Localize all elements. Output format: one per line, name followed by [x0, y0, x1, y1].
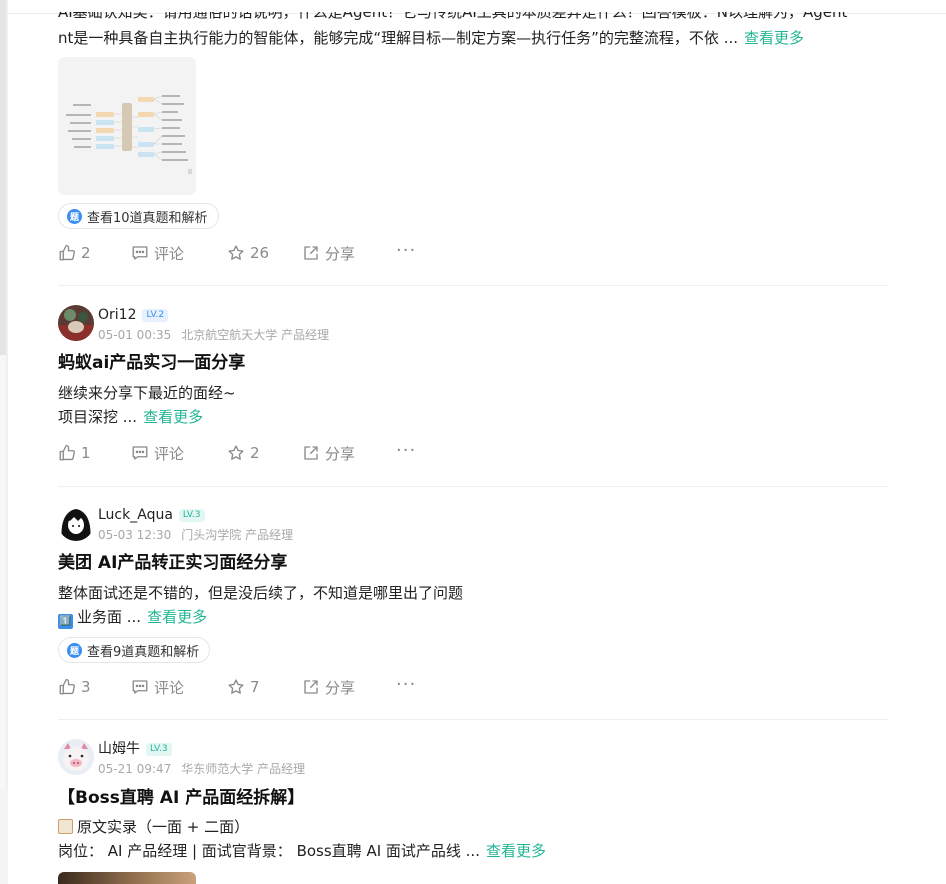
- favorite-count: 26: [250, 244, 270, 262]
- post-date: 05-03 12:30: [98, 528, 172, 542]
- thumbs-up-icon: [59, 678, 75, 695]
- share-label: 分享: [325, 244, 356, 263]
- post-meta: 05-01 00:35 北京航空航天大学 产品经理: [98, 327, 329, 343]
- post-2-actions: 1 评论 2 分享 ···: [58, 440, 416, 465]
- share-button[interactable]: 分享: [302, 677, 396, 698]
- question-badge-icon: 题: [67, 208, 82, 224]
- post-4-body-line-1: 原文实录（一面 + 二面）: [58, 815, 888, 839]
- star-icon: [228, 445, 244, 460]
- number-one-emoji-icon: 1️⃣: [58, 614, 73, 629]
- chip-label: 查看10道真题和解析: [87, 210, 208, 226]
- author-name[interactable]: Ori12 LV.2: [98, 305, 169, 325]
- see-more-link[interactable]: 查看更多: [143, 408, 203, 426]
- post-3-actions: 3 评论 7 分享 ···: [58, 674, 416, 699]
- post-2-body-line-2: 项目深挖 ... 查看更多: [58, 408, 204, 426]
- share-label: 分享: [325, 444, 356, 463]
- star-icon: [228, 245, 244, 260]
- post-1-body-line-2: nt是一种具备自主执行能力的智能体，能够完成“理解目标—制定方案—执行任务”的完…: [58, 26, 888, 50]
- post-3-author: Luck_Aqua LV.3 05-03 12:30 门头沟学院 产品经理: [58, 505, 658, 555]
- share-button[interactable]: 分享: [302, 243, 396, 264]
- comment-icon: [132, 446, 148, 460]
- post-divider: [58, 719, 888, 720]
- post-title[interactable]: 蚂蚁ai产品实习一面分享: [58, 351, 245, 375]
- more-options-icon[interactable]: ···: [396, 674, 416, 695]
- mindmap-thumbnail[interactable]: [58, 57, 196, 195]
- like-button[interactable]: 2: [58, 244, 131, 262]
- thumbs-up-icon: [59, 244, 75, 261]
- favorite-button[interactable]: 2: [227, 444, 302, 462]
- favorite-button[interactable]: 7: [227, 678, 302, 696]
- avatar[interactable]: [58, 305, 94, 341]
- share-label: 分享: [325, 678, 356, 697]
- level-badge: LV.3: [178, 509, 205, 522]
- comment-icon: [132, 246, 148, 260]
- level-badge: LV.2: [142, 309, 169, 322]
- post-title[interactable]: 【Boss直聘 AI 产品面经拆解】: [58, 786, 304, 810]
- share-button[interactable]: 分享: [302, 443, 396, 464]
- author-name[interactable]: Luck_Aqua LV.3: [98, 505, 205, 525]
- comment-label: 评论: [154, 678, 185, 697]
- like-count: 3: [81, 678, 91, 696]
- thumbs-up-icon: [59, 444, 75, 461]
- post-divider: [58, 486, 888, 487]
- post-3-body-line-1: 整体面试还是不错的，但是没后续了，不知道是哪里出了问题: [58, 584, 464, 602]
- post-body-text: nt是一种具备自主执行能力的智能体，能够完成“理解目标—制定方案—执行任务”的完…: [58, 29, 739, 47]
- feed-panel: AI基础认知类：请用通俗的话说明，什么是Agent？它与传统AI工具的本质差异是…: [8, 0, 946, 884]
- author-org: 华东师范大学 产品经理: [181, 762, 306, 776]
- like-count: 2: [81, 244, 91, 262]
- post-4-author: 山姆牛 LV.3 05-21 09:47 华东师范大学 产品经理: [58, 739, 658, 789]
- author-name[interactable]: 山姆牛 LV.3: [98, 739, 172, 759]
- view-questions-chip[interactable]: 题 查看10道真题和解析: [58, 203, 219, 229]
- see-more-link[interactable]: 查看更多: [147, 608, 207, 626]
- post-1-actions: 2 评论 26 分享 ···: [58, 240, 416, 265]
- more-options-icon[interactable]: ···: [396, 240, 416, 261]
- favorite-count: 2: [250, 444, 260, 462]
- comment-button[interactable]: 评论: [131, 443, 227, 464]
- like-button[interactable]: 3: [58, 678, 131, 696]
- post-2-body-line-1: 继续来分享下最近的面经~: [58, 384, 236, 402]
- comment-button[interactable]: 评论: [131, 677, 227, 698]
- chip-label: 查看9道真题和解析: [87, 644, 200, 660]
- share-icon: [304, 680, 318, 694]
- author-org: 北京航空航天大学 产品经理: [181, 328, 330, 342]
- post-2-author: Ori12 LV.2 05-01 00:35 北京航空航天大学 产品经理: [58, 305, 658, 355]
- post-date: 05-21 09:47: [98, 762, 172, 776]
- post-image-thumbnail[interactable]: [58, 872, 196, 884]
- avatar[interactable]: [58, 505, 94, 541]
- comment-label: 评论: [154, 244, 185, 263]
- share-icon: [304, 446, 318, 460]
- question-badge-icon: 题: [67, 642, 82, 658]
- view-questions-chip[interactable]: 题 查看9道真题和解析: [58, 637, 211, 663]
- comment-button[interactable]: 评论: [131, 243, 227, 264]
- post-body-text: AI基础认知类：请用通俗的话说明，什么是Agent？它与传统AI工具的本质差异是…: [58, 12, 848, 21]
- comment-icon: [132, 680, 148, 694]
- like-button[interactable]: 1: [58, 444, 131, 462]
- author-org: 门头沟学院 产品经理: [181, 528, 294, 542]
- post-meta: 05-03 12:30 门头沟学院 产品经理: [98, 527, 293, 543]
- share-icon: [304, 246, 318, 260]
- avatar[interactable]: [58, 739, 94, 775]
- post-4-body-line-2: 岗位： AI 产品经理 | 面试官背景： Boss直聘 AI 面试产品线 ...…: [58, 842, 546, 860]
- favorite-count: 7: [250, 678, 260, 696]
- more-options-icon[interactable]: ···: [396, 440, 416, 461]
- left-scrollbar[interactable]: [0, 0, 7, 790]
- comment-label: 评论: [154, 444, 185, 463]
- scrollbar-thumb[interactable]: [0, 0, 6, 355]
- like-count: 1: [81, 444, 91, 462]
- post-3-body-line-2: 1️⃣ 业务面 ... 查看更多: [58, 608, 208, 629]
- see-more-link[interactable]: 查看更多: [486, 842, 546, 860]
- favorite-button[interactable]: 26: [227, 244, 302, 262]
- star-icon: [228, 679, 244, 694]
- level-badge: LV.3: [146, 743, 172, 756]
- see-more-link[interactable]: 查看更多: [744, 29, 804, 47]
- post-divider: [58, 285, 888, 286]
- post-title[interactable]: 美团 AI产品转正实习面经分享: [58, 551, 287, 575]
- post-meta: 05-21 09:47 华东师范大学 产品经理: [98, 761, 305, 777]
- clipboard-emoji-icon: [58, 819, 73, 834]
- post-date: 05-01 00:35: [98, 328, 172, 342]
